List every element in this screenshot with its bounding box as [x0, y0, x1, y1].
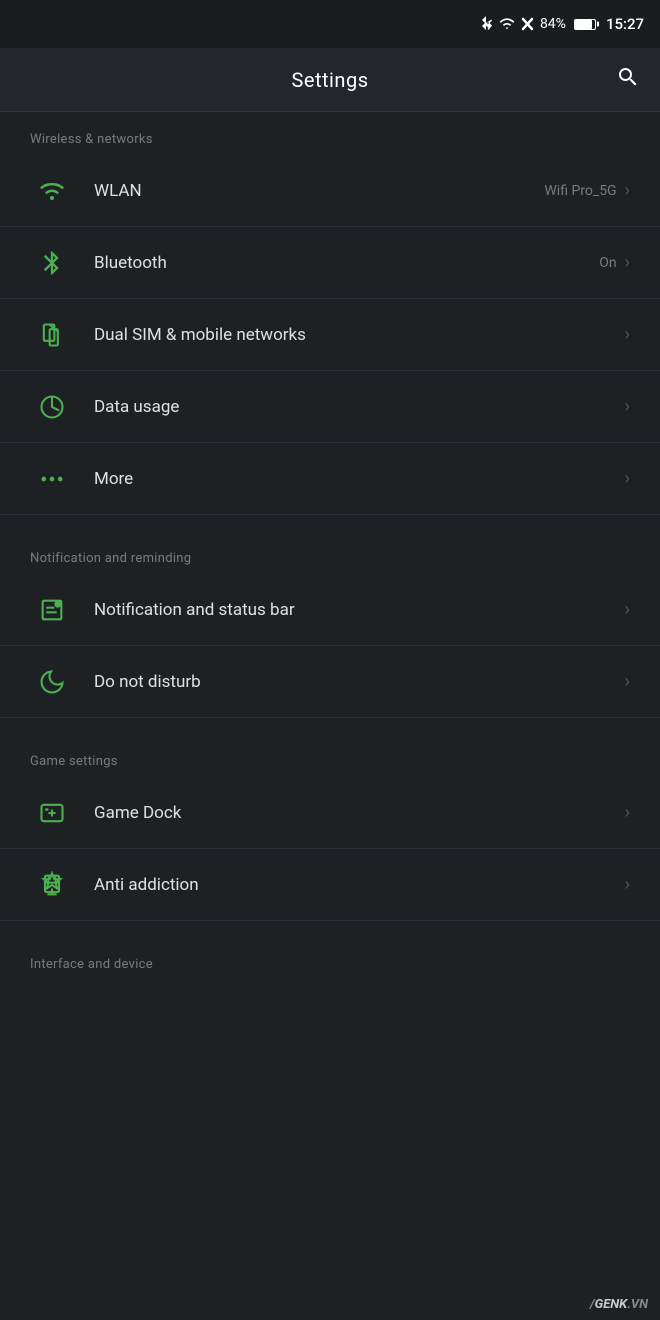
settings-item-dual-sim[interactable]: Dual SIM & mobile networks ›	[0, 299, 660, 371]
page-title: Settings	[291, 68, 368, 92]
dual-sim-chevron: ›	[625, 324, 630, 345]
battery-icon	[574, 19, 596, 30]
data-usage-chevron: ›	[625, 396, 630, 417]
settings-item-dnd[interactable]: Do not disturb ›	[0, 646, 660, 718]
data-usage-label: Data usage	[94, 397, 617, 417]
section-header-interface: Interface and device	[0, 937, 660, 980]
dual-sim-icon	[30, 313, 74, 357]
settings-content: Wireless & networks WLAN Wifi Pro_5G › B…	[0, 112, 660, 980]
status-icons: 84% 15:27	[479, 15, 644, 33]
game-dock-label: Game Dock	[94, 803, 617, 823]
wlan-value: Wifi Pro_5G	[544, 183, 616, 199]
settings-item-anti-addiction[interactable]: Anti addiction ›	[0, 849, 660, 921]
watermark: /GENK.VN	[590, 1297, 648, 1312]
settings-item-notification-bar[interactable]: Notification and status bar ›	[0, 574, 660, 646]
wlan-icon	[30, 169, 74, 213]
anti-addiction-label: Anti addiction	[94, 875, 617, 895]
game-dock-icon	[30, 791, 74, 835]
search-button[interactable]	[616, 65, 640, 95]
wlan-chevron: ›	[625, 180, 630, 201]
more-chevron: ›	[625, 468, 630, 489]
bluetooth-status-icon	[479, 16, 493, 32]
section-gap-2	[0, 718, 660, 734]
game-dock-chevron: ›	[625, 802, 630, 823]
app-header: Settings	[0, 48, 660, 112]
section-gap-1	[0, 515, 660, 531]
settings-item-more[interactable]: More ›	[0, 443, 660, 515]
notification-bar-label: Notification and status bar	[94, 600, 617, 620]
settings-item-data-usage[interactable]: Data usage ›	[0, 371, 660, 443]
settings-item-bluetooth[interactable]: Bluetooth On ›	[0, 227, 660, 299]
bluetooth-value: On	[599, 255, 616, 271]
section-gap-3	[0, 921, 660, 937]
signal-x-icon	[521, 17, 534, 31]
more-label: More	[94, 469, 617, 489]
wlan-label: WLAN	[94, 181, 544, 201]
bluetooth-label: Bluetooth	[94, 253, 599, 273]
bluetooth-chevron: ›	[625, 252, 630, 273]
more-icon	[30, 457, 74, 501]
anti-addiction-chevron: ›	[625, 874, 630, 895]
settings-item-wlan[interactable]: WLAN Wifi Pro_5G ›	[0, 155, 660, 227]
dual-sim-label: Dual SIM & mobile networks	[94, 325, 617, 345]
watermark-brand: GENK	[595, 1297, 628, 1312]
bluetooth-icon	[30, 241, 74, 285]
anti-addiction-icon	[30, 863, 74, 907]
dnd-icon	[30, 660, 74, 704]
status-bar: 84% 15:27	[0, 0, 660, 48]
notification-bar-chevron: ›	[625, 599, 630, 620]
wifi-status-icon	[499, 17, 515, 31]
data-usage-icon	[30, 385, 74, 429]
section-header-notification: Notification and reminding	[0, 531, 660, 574]
dnd-chevron: ›	[625, 671, 630, 692]
section-header-wireless: Wireless & networks	[0, 112, 660, 155]
dnd-label: Do not disturb	[94, 672, 617, 692]
notification-bar-icon	[30, 588, 74, 632]
clock: 15:27	[606, 15, 644, 33]
section-header-game: Game settings	[0, 734, 660, 777]
settings-item-game-dock[interactable]: Game Dock ›	[0, 777, 660, 849]
watermark-suffix: .VN	[627, 1297, 648, 1312]
battery-percent: 84%	[540, 16, 566, 32]
